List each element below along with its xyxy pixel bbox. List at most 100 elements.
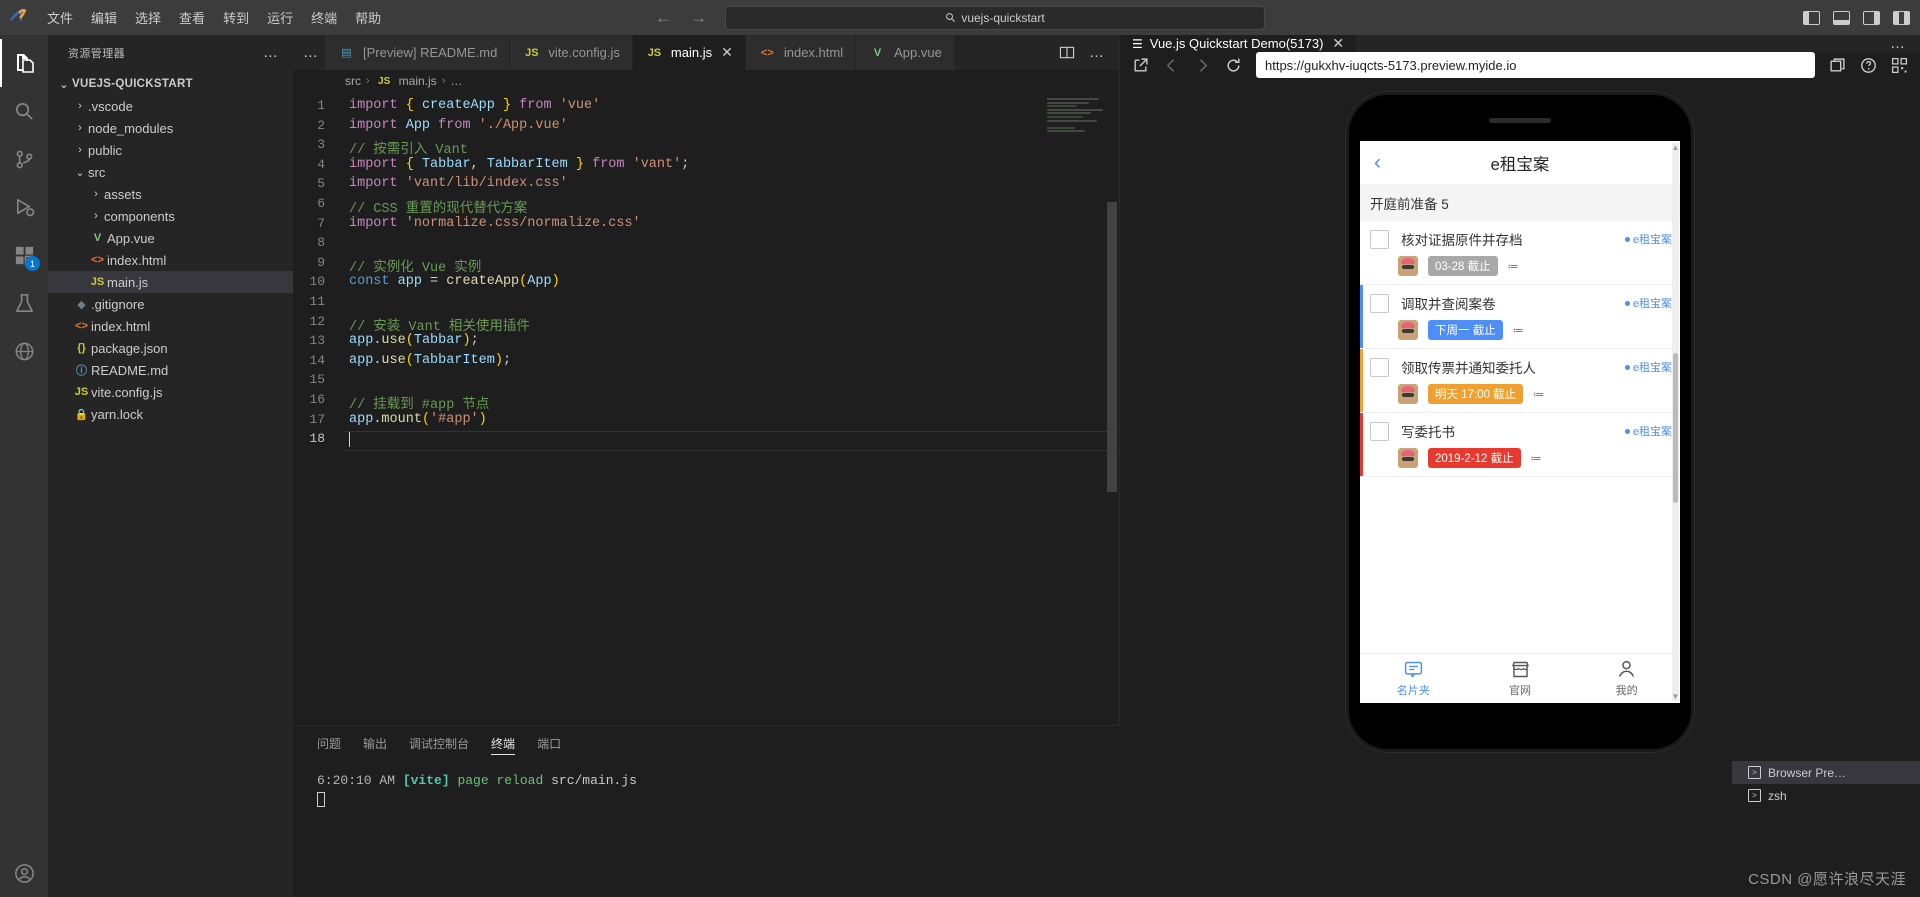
panel-tab-problems[interactable]: 问题: [317, 726, 341, 761]
menu-file[interactable]: 文件: [38, 4, 82, 31]
activity-item-testing[interactable]: [0, 279, 48, 327]
tree-item-src-index-html[interactable]: <> index.html: [48, 249, 293, 271]
code-line: import 'vant/lib/index.css': [345, 176, 1119, 196]
explorer-more-icon[interactable]: …: [263, 45, 279, 60]
tree-item-label: assets: [104, 186, 142, 202]
back-arrow-icon[interactable]: [1163, 57, 1180, 74]
activity-item-remote[interactable]: [0, 327, 48, 375]
activity-item-explorer[interactable]: [0, 39, 48, 87]
todo-title: 领取传票并通知委托人: [1401, 361, 1536, 376]
page-scrollbar[interactable]: ▲ ▼: [1672, 143, 1679, 701]
terminal-list-item-browser-preview[interactable]: > Browser Pre…: [1732, 761, 1920, 784]
breadcrumb-file[interactable]: main.js: [399, 74, 437, 88]
command-center-search[interactable]: vuejs-quickstart: [725, 5, 1265, 30]
menu-edit[interactable]: 编辑: [82, 4, 126, 31]
activity-item-extensions[interactable]: 1: [0, 231, 48, 279]
todo-checkbox[interactable]: [1370, 229, 1389, 249]
tree-root-vuejs-quickstart[interactable]: ⌄ VUEJS-QUICKSTART: [48, 73, 293, 95]
app-tab-mine[interactable]: 我的: [1573, 654, 1680, 703]
close-icon[interactable]: ✕: [1332, 35, 1344, 52]
tree-item-gitignore[interactable]: ◆ .gitignore: [48, 293, 293, 315]
due-badge: 2019-2-12 截止: [1428, 448, 1521, 468]
activity-item-search[interactable]: [0, 87, 48, 135]
menu-run[interactable]: 运行: [258, 4, 302, 31]
panel-tab-debug-console[interactable]: 调试控制台: [409, 726, 469, 761]
code-content[interactable]: import { createApp } from 'vue' import Ap…: [345, 92, 1119, 725]
tree-item-vscode[interactable]: › .vscode: [48, 95, 293, 117]
activity-item-source-control[interactable]: [0, 135, 48, 183]
open-external-icon[interactable]: [1132, 57, 1149, 74]
tab-vite-config-js[interactable]: JS vite.config.js: [510, 35, 633, 70]
terminal-list-item-zsh[interactable]: > zsh: [1732, 784, 1920, 807]
todo-checkbox[interactable]: [1370, 421, 1389, 441]
tree-item-src[interactable]: ⌄ src: [48, 161, 293, 183]
forward-arrow-icon[interactable]: →: [690, 9, 707, 26]
tab-vue-quickstart-demo[interactable]: ☰ Vue.js Quickstart Demo(5173) ✕: [1120, 35, 1357, 52]
reload-icon[interactable]: [1225, 57, 1242, 74]
toggle-secondary-sidebar-icon[interactable]: [1863, 10, 1880, 25]
code-token: import: [349, 156, 398, 172]
code-editor[interactable]: 1 2 3 4 5 6 7 8 9 10 11 12 13 14 15 16 1…: [293, 92, 1119, 725]
close-icon[interactable]: ✕: [721, 44, 733, 61]
tab-app-vue[interactable]: V App.vue: [856, 35, 955, 70]
todo-checkbox[interactable]: [1370, 293, 1389, 313]
toggle-primary-sidebar-icon[interactable]: [1803, 10, 1820, 25]
menu-go[interactable]: 转到: [214, 4, 258, 31]
tree-item-main-js[interactable]: JS main.js: [48, 271, 293, 293]
scroll-down-icon[interactable]: ▼: [1672, 692, 1680, 701]
back-arrow-icon[interactable]: ←: [655, 9, 672, 26]
tree-item-node-modules[interactable]: › node_modules: [48, 117, 293, 139]
todo-item[interactable]: 领取传票并通知委托人 e租宝案 明天 17:00 截止 ≔: [1360, 349, 1680, 413]
phone-screen[interactable]: ‹ e租宝案 开庭前准备 5 核对证据原件并存档 e租宝案 03-28 截止 ≔…: [1360, 141, 1680, 703]
todo-item[interactable]: 写委托书 e租宝案 2019-2-12 截止 ≔: [1360, 413, 1680, 477]
panel-tab-output[interactable]: 输出: [363, 726, 387, 761]
split-editor-icon[interactable]: [1059, 45, 1075, 60]
forward-arrow-icon[interactable]: [1194, 57, 1211, 74]
qr-code-icon[interactable]: [1891, 57, 1908, 74]
breadcrumb-src[interactable]: src: [345, 74, 361, 88]
editor-scrollbar[interactable]: [1107, 202, 1117, 492]
toggle-panel-icon[interactable]: [1833, 10, 1850, 25]
editor-more-icon[interactable]: …: [1089, 45, 1105, 60]
tree-item-readme-md[interactable]: ⓘ README.md: [48, 359, 293, 381]
scrollbar-thumb[interactable]: [1673, 353, 1678, 503]
app-tab-website[interactable]: 官网: [1467, 654, 1574, 703]
menu-help[interactable]: 帮助: [346, 4, 390, 31]
todo-item[interactable]: 核对证据原件并存档 e租宝案 03-28 截止 ≔: [1360, 221, 1680, 285]
minimap[interactable]: [1047, 98, 1105, 144]
tree-item-index-html[interactable]: <> index.html: [48, 315, 293, 337]
menu-terminal[interactable]: 终端: [302, 4, 346, 31]
back-chevron-icon[interactable]: ‹: [1374, 152, 1381, 173]
devtools-icon[interactable]: [1829, 57, 1846, 74]
explorer-sidebar: 资源管理器 … ⌄ VUEJS-QUICKSTART › .vscode › n…: [48, 35, 293, 897]
terminal-output[interactable]: 6:20:10 AM [vite] page reload src/main.j…: [293, 761, 1732, 897]
breadcrumb-symbol[interactable]: …: [450, 74, 462, 88]
preview-more-icon[interactable]: …: [1890, 36, 1906, 51]
panel-tab-ports[interactable]: 端口: [537, 726, 561, 761]
todo-checkbox[interactable]: [1370, 357, 1389, 377]
activity-item-run-and-debug[interactable]: [0, 183, 48, 231]
url-input[interactable]: https://gukxhv-iuqcts-5173.preview.myide…: [1256, 52, 1815, 78]
explorer-header: 资源管理器 …: [48, 35, 293, 70]
tree-item-public[interactable]: › public: [48, 139, 293, 161]
app-tab-cards[interactable]: 名片夹: [1360, 654, 1467, 703]
tree-item-vite-config-js[interactable]: JS vite.config.js: [48, 381, 293, 403]
tab-main-js[interactable]: JS main.js ✕: [632, 35, 746, 70]
scroll-up-icon[interactable]: ▲: [1672, 143, 1680, 152]
customize-layout-icon[interactable]: [1893, 10, 1910, 25]
help-icon[interactable]: [1860, 57, 1877, 74]
tree-item-package-json[interactable]: {} package.json: [48, 337, 293, 359]
tree-item-components[interactable]: › components: [48, 205, 293, 227]
tab-readme-preview[interactable]: ▤ [Preview] README.md: [325, 35, 511, 70]
activity-item-accounts[interactable]: [0, 849, 48, 897]
todo-item[interactable]: 调取并查阅案卷 e租宝案 下周一 截止 ≔: [1360, 285, 1680, 349]
panel-tab-terminal[interactable]: 终端: [491, 726, 516, 761]
tree-item-app-vue[interactable]: V App.vue: [48, 227, 293, 249]
explorer-title: 资源管理器: [68, 47, 125, 60]
tab-overflow-icon[interactable]: …: [293, 35, 325, 70]
menu-select[interactable]: 选择: [126, 4, 170, 31]
tree-item-yarn-lock[interactable]: 🔒 yarn.lock: [48, 403, 293, 425]
tree-item-assets[interactable]: › assets: [48, 183, 293, 205]
menu-view[interactable]: 查看: [170, 4, 214, 31]
tab-index-html[interactable]: <> index.html: [745, 35, 857, 70]
